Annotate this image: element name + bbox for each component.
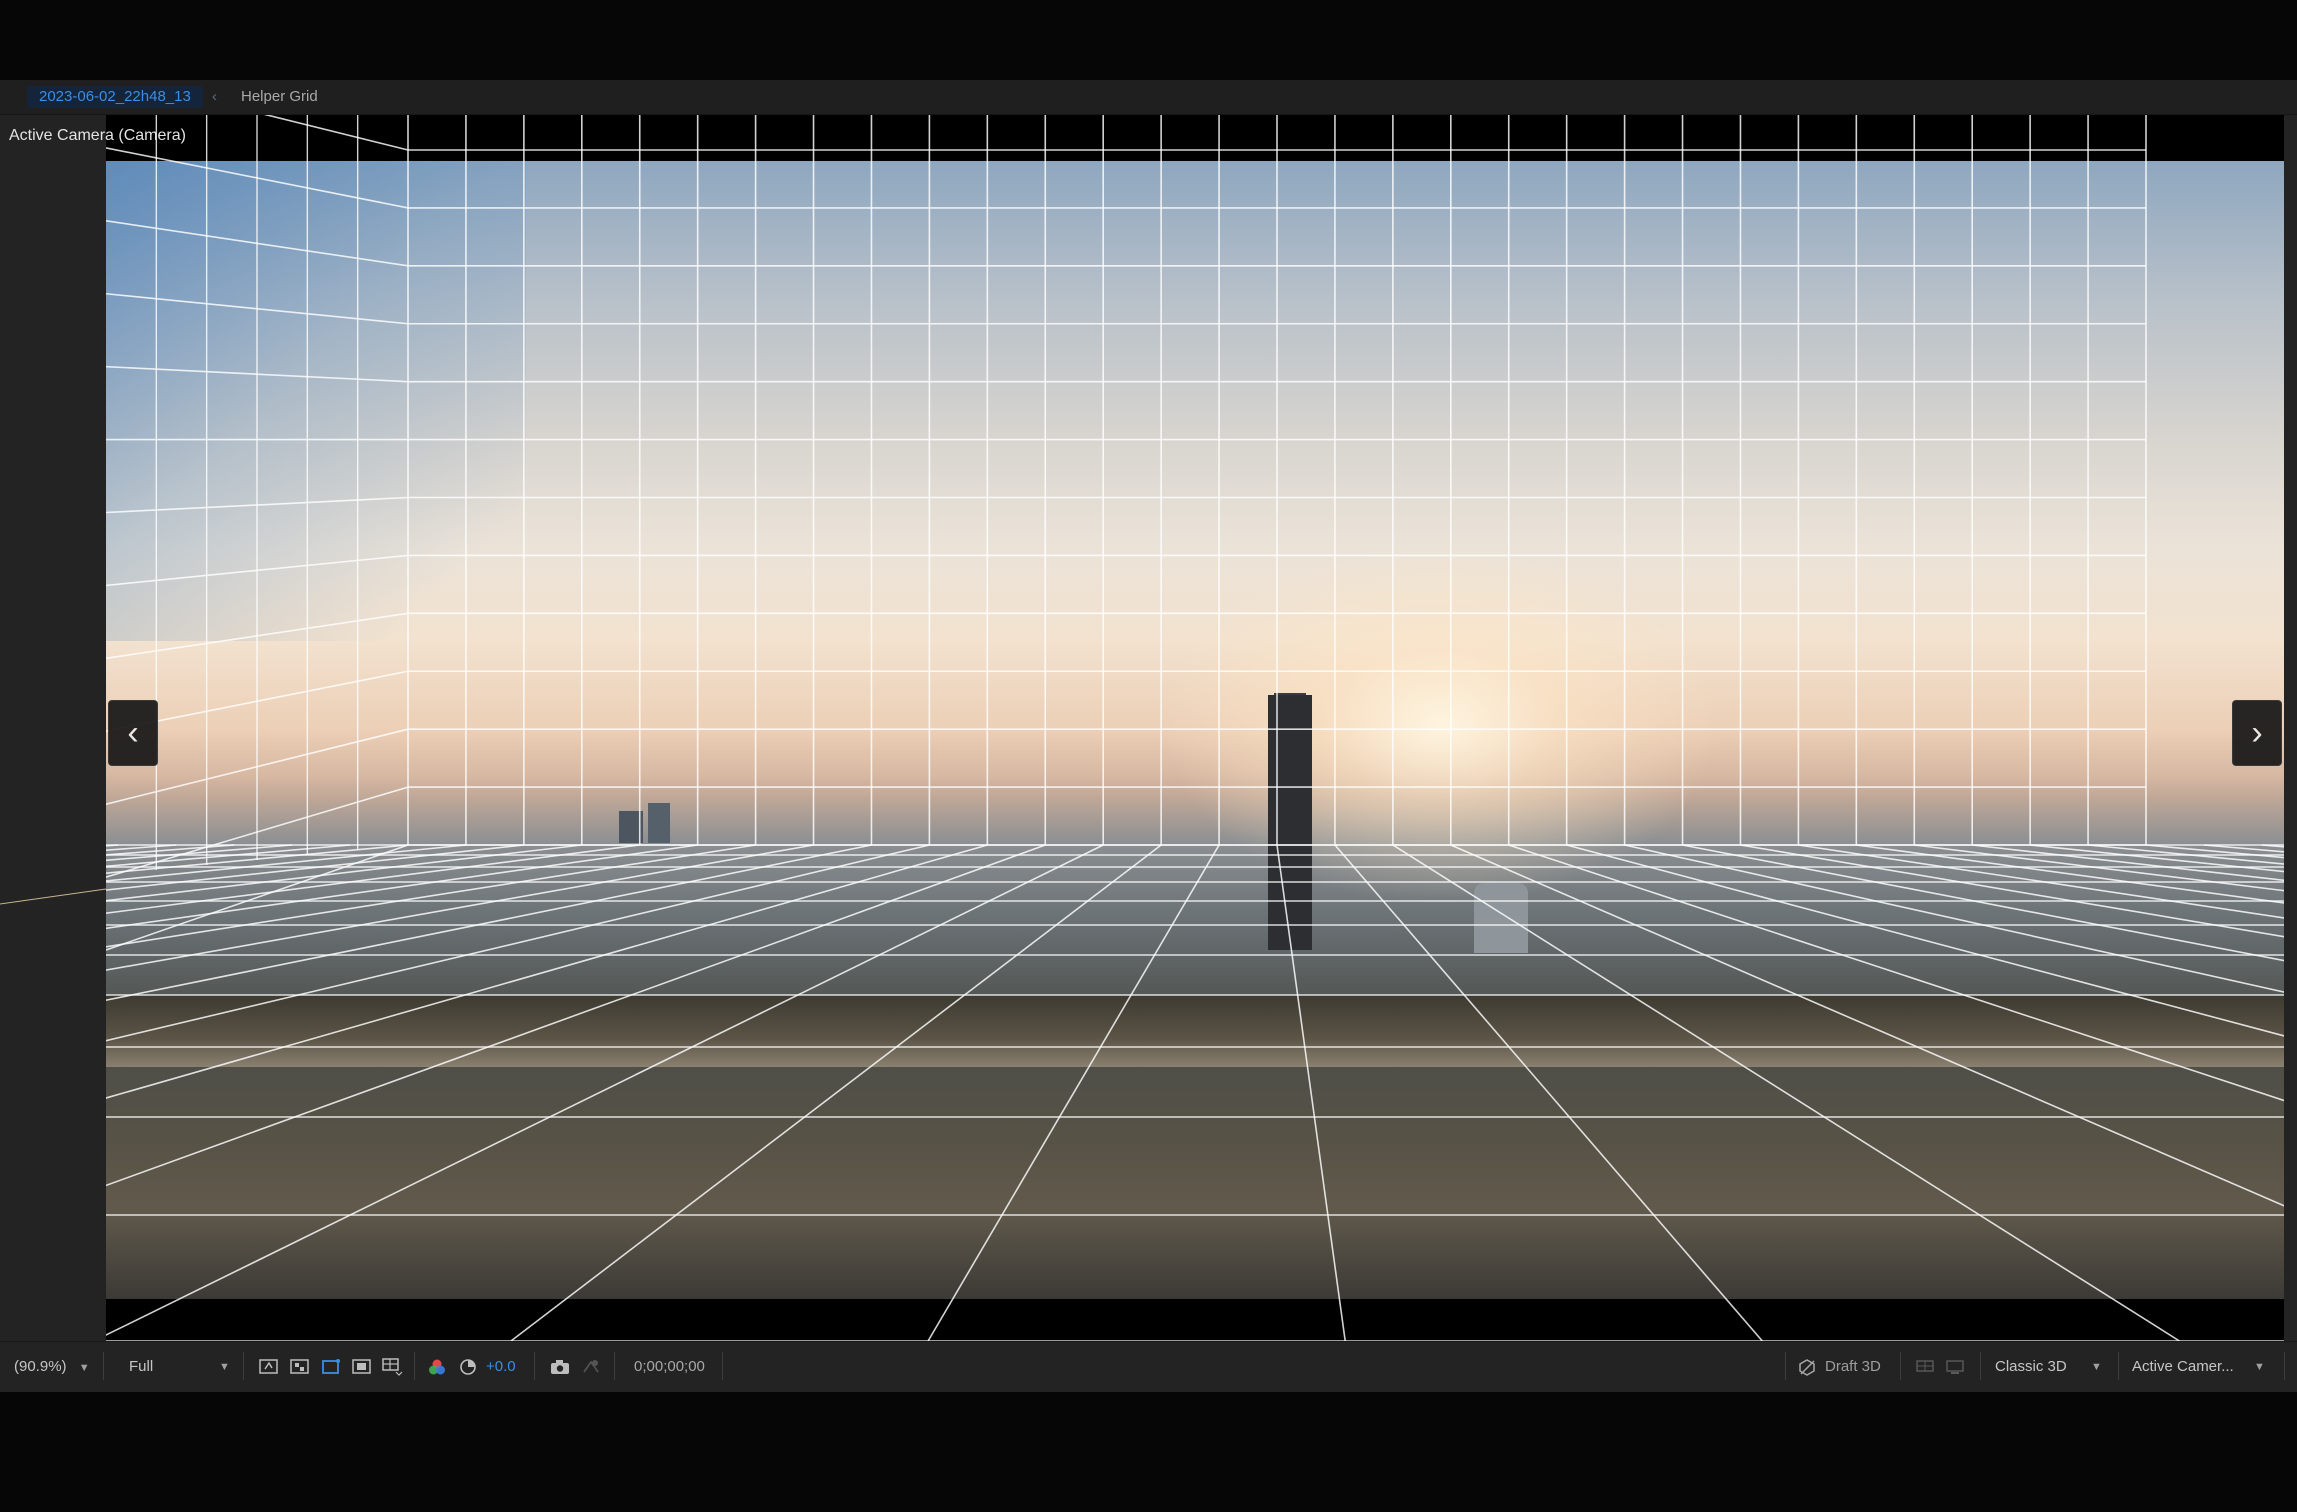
3d-ground-plane-icon[interactable] <box>1914 1356 1936 1378</box>
grid-line <box>927 844 1220 1341</box>
divider <box>534 1352 535 1380</box>
grid-line <box>1450 844 2284 1207</box>
grid-line <box>2261 844 2284 848</box>
grid-line <box>1972 844 2284 882</box>
active-camera-label: Active Camera (Camera) <box>9 127 186 144</box>
mask-path-icon[interactable] <box>320 1356 342 1378</box>
breadcrumb-helper-grid[interactable]: Helper Grid <box>241 86 318 108</box>
grid-line <box>106 844 988 1099</box>
draft-3d-label[interactable]: Draft 3D <box>1825 1354 1881 1380</box>
grid-guides-icon[interactable] <box>381 1356 403 1378</box>
current-time-display[interactable]: 0;00;00;00 <box>634 1354 705 1380</box>
snapshot-icon[interactable] <box>549 1356 571 1378</box>
breadcrumb-separator: ‹ <box>212 88 217 105</box>
divider <box>414 1352 415 1380</box>
divider <box>2118 1352 2119 1380</box>
magnification-value: (90.9%) <box>14 1358 67 1375</box>
grid-line <box>106 844 814 971</box>
fast-previews-icon[interactable] <box>258 1356 280 1378</box>
divider <box>1900 1352 1901 1380</box>
divider <box>103 1352 104 1380</box>
grid-line <box>510 844 1162 1341</box>
resolution-dropdown[interactable]: Full ▼ <box>129 1354 230 1380</box>
chevron-left-icon: ‹ <box>127 713 139 752</box>
grid-line <box>106 844 872 1002</box>
chevron-down-icon: ▼ <box>78 1362 90 1374</box>
renderer-value: Classic 3D <box>1995 1358 2067 1375</box>
composition-panel: Active Camera (Camera) ‹ › <box>0 115 2297 1341</box>
breadcrumb-active-comp[interactable]: 2023-06-02_22h48_13 <box>27 86 203 108</box>
top-black-area <box>0 0 2297 80</box>
grid-line <box>106 844 1104 1336</box>
draft-3d-icon[interactable] <box>1796 1356 1818 1378</box>
extended-viewer-icon[interactable] <box>1944 1356 1966 1378</box>
previous-view-button[interactable]: ‹ <box>108 700 158 766</box>
grid-line <box>1798 844 2284 919</box>
reset-exposure-icon[interactable] <box>457 1356 479 1378</box>
composition-viewer[interactable] <box>106 115 2284 1341</box>
grid-line <box>1508 844 2284 1102</box>
grid-line <box>1914 844 2284 892</box>
resolution-value: Full <box>129 1358 154 1375</box>
color-channel-icon[interactable] <box>426 1356 448 1378</box>
exposure-value[interactable]: +0.0 <box>486 1354 516 1380</box>
magnification-dropdown[interactable]: (90.9%) ▼ <box>14 1354 90 1380</box>
chevron-down-icon: ▼ <box>219 1361 230 1373</box>
grid-line <box>106 844 930 1042</box>
3d-view-dropdown[interactable]: Active Camer... ▼ <box>2132 1354 2267 1380</box>
helper-grid-overlay <box>106 115 2284 1341</box>
grid-line <box>106 844 119 847</box>
grid-line <box>1740 844 2284 938</box>
grid-line <box>106 844 351 868</box>
divider <box>1785 1352 1786 1380</box>
chevron-right-icon: › <box>2251 713 2263 752</box>
3d-view-value: Active Camer... <box>2132 1358 2234 1375</box>
grid-line <box>2203 844 2284 853</box>
grid-line <box>1334 844 1763 1341</box>
grid-line <box>106 844 582 902</box>
grid-line <box>1682 844 2284 962</box>
grid-line <box>106 844 756 948</box>
show-snapshot-icon[interactable] <box>580 1356 602 1378</box>
grid-line <box>106 844 640 914</box>
grid-line <box>1566 844 2284 1037</box>
region-of-interest-icon[interactable] <box>351 1356 373 1378</box>
grid-line <box>1392 844 2180 1341</box>
camera-path-line <box>0 888 107 905</box>
composition-breadcrumb-bar: 2023-06-02_22h48_13 ‹ Helper Grid <box>0 80 2297 115</box>
chevron-down-icon: ▼ <box>2254 1361 2265 1373</box>
grid-line <box>106 844 293 862</box>
bottom-black-area <box>0 1392 2297 1512</box>
next-view-button[interactable]: › <box>2232 700 2282 766</box>
transparency-grid-icon[interactable] <box>289 1356 311 1378</box>
divider <box>1980 1352 1981 1380</box>
grid-line <box>106 844 409 951</box>
divider <box>2284 1352 2285 1380</box>
divider <box>243 1352 244 1380</box>
renderer-dropdown[interactable]: Classic 3D ▼ <box>1995 1354 2105 1380</box>
divider <box>722 1352 723 1380</box>
viewer-toolbar: (90.9%) ▼ Full ▼ +0.0 0;00;00;00 Draft 3 <box>0 1341 2297 1392</box>
grid-line <box>1276 844 1346 1341</box>
chevron-down-icon: ▼ <box>2091 1361 2102 1373</box>
divider <box>614 1352 615 1380</box>
